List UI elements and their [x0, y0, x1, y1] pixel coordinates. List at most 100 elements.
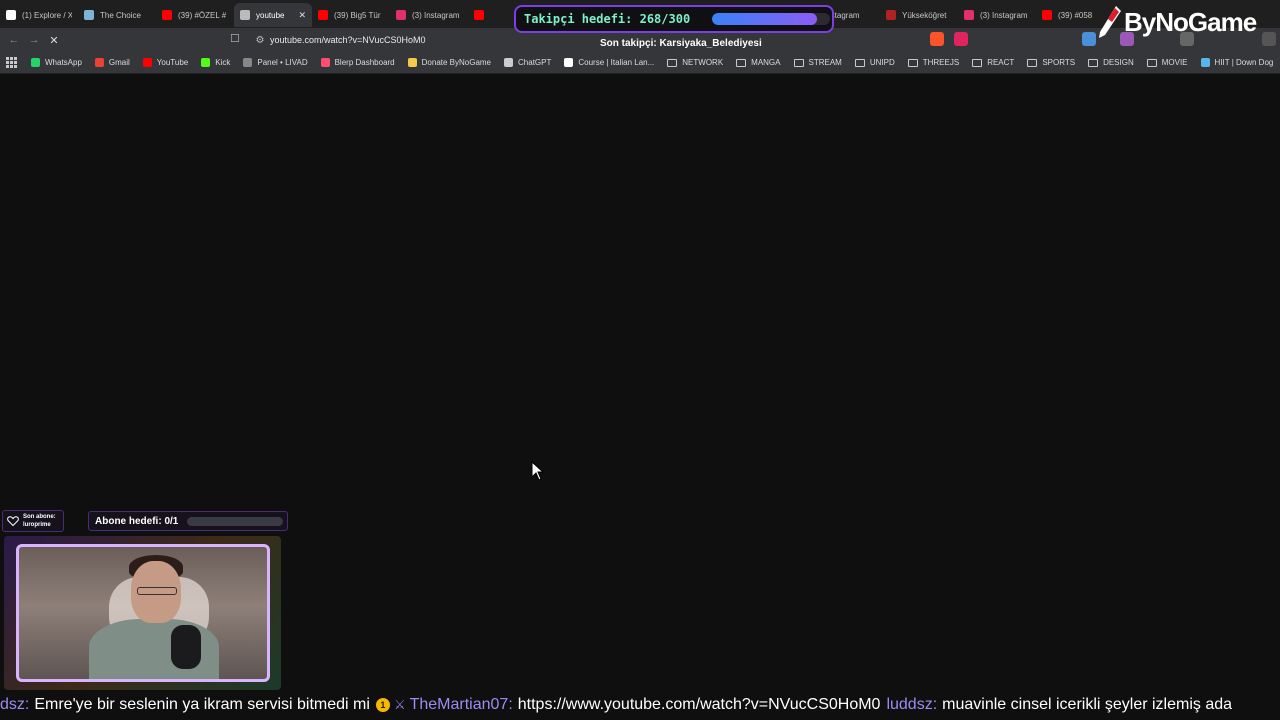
tab-title: The Choice [100, 10, 141, 20]
bookmark-label: THREEJS [922, 58, 960, 67]
tab[interactable]: The Choice [78, 3, 156, 27]
folder-icon [854, 58, 865, 67]
bookmark-item[interactable]: SPORTS [1027, 58, 1075, 67]
stop-loading-button[interactable]: ✕ [44, 30, 64, 50]
folder-icon [1027, 58, 1038, 67]
tab-title: (3) Instagram [980, 10, 1028, 20]
folder-icon [667, 58, 678, 67]
tab[interactable]: Yükseköğret [880, 3, 958, 27]
bookmark-label: STREAM [808, 58, 842, 67]
tab-title: (39) Big5 Tür [334, 10, 381, 20]
subscriber-goal-label: Abone hedefi: 0/1 [95, 515, 179, 527]
x-icon [564, 58, 574, 67]
chat-username: TheMartian07: [409, 696, 513, 713]
x-icon [6, 10, 16, 20]
bookmark-item[interactable]: Donate ByNoGame [407, 58, 492, 67]
folder-icon [793, 58, 804, 67]
bookmark-item[interactable]: DESIGN [1088, 58, 1134, 67]
channel-logo: ByNoGame [1096, 4, 1257, 40]
follower-goal-widget: Takipçi hedefi: 268/300 [514, 5, 834, 33]
tab-title: (3) Instagram [412, 10, 460, 20]
mouse-cursor-icon [531, 461, 545, 481]
tab[interactable]: (3) Instagram [390, 3, 468, 27]
bookmark-item[interactable]: Gmail [94, 58, 130, 67]
site-info-icon[interactable]: ⚙ [250, 35, 270, 46]
tab-title: (1) Explore / X [22, 10, 72, 20]
bookmark-label: REACT [987, 58, 1015, 67]
last-follower-label: Son takipçi: Karsiyaka_Belediyesi [600, 38, 762, 49]
close-tab-icon[interactable]: ✕ [298, 10, 306, 21]
chat-username: dsz: [0, 696, 30, 713]
bookmark-label: ChatGPT [518, 58, 552, 67]
menu-icon[interactable] [1262, 32, 1276, 46]
bookmark-item[interactable]: YouTube [142, 58, 188, 67]
bookmark-item[interactable]: NETWORK [667, 58, 723, 67]
heart-icon [7, 516, 19, 527]
bookmark-item[interactable]: REACT [972, 58, 1014, 67]
loading-icon [240, 10, 250, 20]
sub-badge-icon: 1 [375, 698, 390, 712]
tab[interactable]: youtube ✕ [234, 3, 312, 27]
tab-title: (39) #ÖZEL # [178, 10, 227, 20]
youtube-icon [318, 10, 328, 20]
bookmark-label: Panel • LIVAD [257, 58, 308, 67]
bookmark-item[interactable]: Kick [201, 58, 230, 67]
bookmark-item[interactable]: UNIPD [854, 58, 895, 67]
rewards-icon[interactable] [954, 32, 968, 46]
back-button[interactable]: ← [4, 30, 24, 50]
bookmark-item[interactable]: Blerp Dashboard [320, 58, 395, 67]
bookmark-icon[interactable]: ☐ [230, 32, 244, 48]
bookmark-label: Gmail [108, 58, 130, 67]
youtube-icon [162, 10, 172, 20]
folder-icon [1088, 58, 1099, 67]
tab-title: youtube [256, 10, 285, 20]
bookmark-label: SPORTS [1042, 58, 1076, 67]
instagram-icon [396, 10, 406, 20]
bookmark-label: Donate ByNoGame [421, 58, 492, 67]
logo-text: ByNoGame [1124, 6, 1257, 37]
last-subscriber-name: luroprime [23, 522, 51, 528]
folder-icon [1146, 58, 1157, 67]
bookmark-item[interactable]: MANGA [736, 58, 781, 67]
follower-goal-label: Takipçi hedefi: 268/300 [524, 12, 691, 26]
bookmark-item[interactable]: STREAM [793, 58, 842, 67]
tab[interactable]: (3 [468, 3, 492, 27]
address-bar[interactable]: ⚙ youtube.com/watch?v=NVucCS0HoM0 [250, 30, 920, 50]
kick-icon [201, 58, 211, 67]
forward-button[interactable]: → [24, 30, 44, 50]
bookmark-item[interactable]: HIIT | Down Dog [1200, 58, 1274, 67]
tab[interactable]: (3) Instagram [958, 3, 1036, 27]
bookmark-label: Blerp Dashboard [334, 58, 395, 67]
brave-shield-icon[interactable] [930, 32, 944, 46]
bookmark-item[interactable]: Course | Italian Lan... [564, 58, 654, 67]
instagram-icon [964, 10, 974, 20]
pen-logo-icon [1099, 6, 1121, 38]
bookmark-item[interactable]: MOVIE [1146, 58, 1188, 67]
bookmark-label: Kick [215, 58, 231, 67]
tab[interactable]: (39) Big5 Tür [312, 3, 390, 27]
last-subscriber-title: Son abone: [23, 514, 56, 520]
webcam-feed [16, 544, 270, 682]
youtube-icon [1042, 10, 1052, 20]
bookmark-label: DESIGN [1103, 58, 1134, 67]
blerp-icon [320, 58, 330, 67]
chatgpt-icon [504, 58, 514, 67]
tab-title: Yükseköğret [902, 10, 947, 20]
bookmark-label: HIIT | Down Dog [1214, 58, 1274, 67]
bookmark-item[interactable]: ChatGPT [504, 58, 551, 67]
tab[interactable]: (1) Explore / X [0, 3, 78, 27]
sword-badge-icon: ⚔ [393, 697, 406, 712]
bookmark-label: MANGA [751, 58, 781, 67]
extension-icon[interactable] [1082, 32, 1096, 46]
livad-icon [243, 58, 253, 67]
url-text: youtube.com/watch?v=NVucCS0HoM0 [270, 35, 426, 45]
youtube-icon [474, 10, 484, 20]
bookmark-label: WhatsApp [45, 58, 82, 67]
bookmark-item[interactable]: Panel • LIVAD [243, 58, 308, 67]
screen: (1) Explore / X The Choice (39) #ÖZEL # you… [0, 0, 1280, 720]
folder-icon [972, 58, 983, 67]
bookmark-item[interactable]: THREEJS [907, 58, 960, 67]
bookmark-item[interactable]: WhatsApp [31, 58, 82, 67]
apps-grid-icon[interactable] [6, 56, 17, 69]
tab[interactable]: (39) #ÖZEL # [156, 3, 234, 27]
